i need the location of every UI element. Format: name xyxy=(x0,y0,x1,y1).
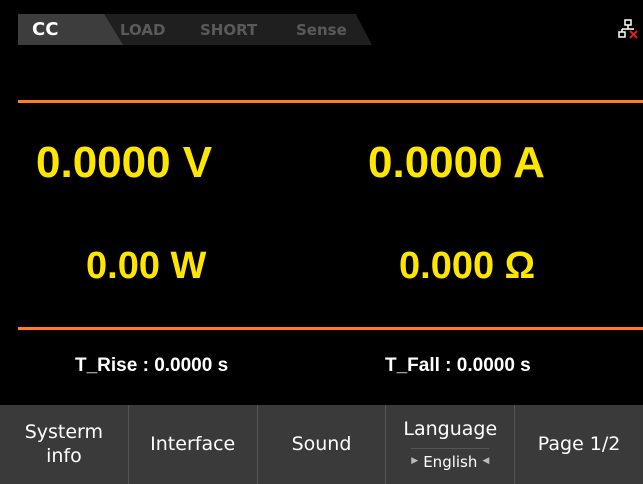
status-sense: Sense xyxy=(296,21,347,39)
mode-label: CC xyxy=(32,19,59,40)
softkey-page[interactable]: Page 1/2 xyxy=(515,405,643,484)
resistance-reading: 0.000 Ω xyxy=(399,245,536,287)
fall-time: T_Fall : 0.0000 s xyxy=(385,355,531,376)
softkey-language[interactable]: Language ▶ English ◀ xyxy=(386,405,516,484)
rise-time: T_Rise : 0.0000 s xyxy=(75,355,229,376)
bottom-divider xyxy=(18,327,643,330)
softkey-interface[interactable]: Interface xyxy=(129,405,258,484)
language-value: English xyxy=(423,452,478,471)
triangle-right-icon: ▶ xyxy=(411,456,419,467)
status-short: SHORT xyxy=(200,21,258,39)
voltage-reading: 0.0000 V xyxy=(36,138,213,187)
network-disconnected-icon xyxy=(618,19,638,39)
power-reading: 0.00 W xyxy=(86,245,207,287)
top-divider xyxy=(18,100,643,103)
softkey-language-label: Language xyxy=(403,417,498,440)
top-status-bar: CC LOAD SHORT Sense xyxy=(0,0,643,45)
triangle-left-icon: ◀ xyxy=(482,456,490,467)
softkey-sound-label: Sound xyxy=(291,432,352,455)
softkey-info-label: info xyxy=(46,444,82,467)
status-load: LOAD xyxy=(120,21,166,39)
softkey-systerm-label: Systerm xyxy=(24,420,104,443)
softkey-bar: Systerm info Interface Sound Language ▶ … xyxy=(0,405,643,484)
softkey-systerm-info[interactable]: Systerm info xyxy=(0,405,129,484)
softkey-interface-label: Interface xyxy=(150,432,236,455)
softkey-sound[interactable]: Sound xyxy=(258,405,387,484)
softkey-page-label: Page 1/2 xyxy=(537,432,621,455)
language-selector[interactable]: ▶ English ◀ xyxy=(411,447,490,472)
current-reading: 0.0000 A xyxy=(368,138,545,187)
